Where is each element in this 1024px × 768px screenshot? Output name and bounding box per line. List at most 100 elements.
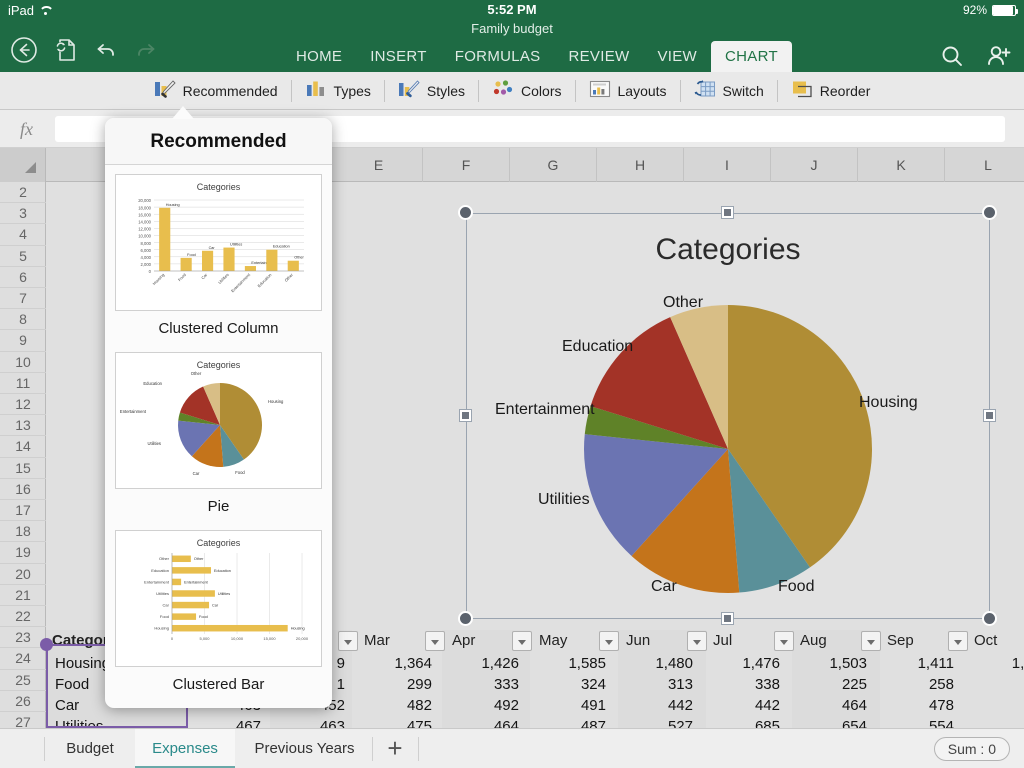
column-header-h[interactable]: H (597, 148, 684, 182)
tab-chart[interactable]: CHART (711, 41, 792, 72)
row-header-14[interactable]: 14 (0, 436, 46, 457)
column-header-f[interactable]: F (423, 148, 510, 182)
filter-button[interactable] (687, 631, 707, 651)
mini-bar (181, 258, 192, 271)
resize-handle-top-right[interactable] (982, 205, 997, 220)
select-all-corner[interactable] (0, 148, 46, 182)
tab-insert[interactable]: INSERT (356, 41, 441, 72)
column-header-k[interactable]: K (858, 148, 945, 182)
cell-value: 258 (881, 674, 963, 695)
row-header-3[interactable]: 3 (0, 203, 46, 224)
ribbon-reorder[interactable]: Reorder (778, 72, 884, 110)
svg-text:0: 0 (149, 269, 152, 274)
resize-handle-bottom[interactable] (722, 613, 733, 624)
ribbon-styles[interactable]: Styles (385, 72, 478, 110)
clock: 5:52 PM (0, 2, 1024, 17)
file-sync-icon[interactable] (54, 37, 78, 63)
sheet-tab-expenses[interactable]: Expenses (135, 729, 235, 768)
recommended-chart-icon (154, 79, 176, 102)
row-header-16[interactable]: 16 (0, 479, 46, 500)
svg-text:Car: Car (212, 603, 219, 607)
sheet-tab-budget[interactable]: Budget (45, 729, 135, 768)
th-mar: Mar (358, 630, 414, 651)
row-header-20[interactable]: 20 (0, 564, 46, 585)
resize-handle-left[interactable] (460, 410, 471, 421)
svg-text:18,000: 18,000 (138, 205, 151, 210)
tab-review[interactable]: REVIEW (555, 41, 644, 72)
resize-handle-top[interactable] (722, 207, 733, 218)
resize-handle-right[interactable] (984, 410, 995, 421)
column-header-l[interactable]: L (945, 148, 1024, 182)
row-header-18[interactable]: 18 (0, 521, 46, 542)
cell-value: 225 (794, 674, 876, 695)
chart-object[interactable]: Categories Other Education Entertainment… (466, 213, 990, 619)
chart-types-icon (305, 79, 327, 102)
svg-text:Other: Other (191, 371, 202, 376)
filter-button[interactable] (512, 631, 532, 651)
ribbon-colors[interactable]: Colors (479, 72, 574, 110)
row-header-8[interactable]: 8 (0, 309, 46, 330)
ribbon-layouts[interactable]: Layouts (576, 72, 680, 110)
resize-handle-top-left[interactable] (458, 205, 473, 220)
row-header-5[interactable]: 5 (0, 246, 46, 267)
tab-home[interactable]: HOME (282, 41, 356, 72)
column-header-j[interactable]: J (771, 148, 858, 182)
recommended-option-pie[interactable]: Categories HousingFoodCarUtilitiesEntert… (105, 343, 332, 521)
pie-label-housing: Housing (859, 394, 918, 412)
svg-text:Education: Education (143, 381, 162, 386)
row-header-15[interactable]: 15 (0, 458, 46, 479)
filter-button[interactable] (338, 631, 358, 651)
row-header-21[interactable]: 21 (0, 585, 46, 606)
row-header-22[interactable]: 22 (0, 606, 46, 627)
filter-button[interactable] (599, 631, 619, 651)
row-header-10[interactable]: 10 (0, 352, 46, 373)
ribbon-label-reorder: Reorder (820, 83, 871, 99)
mini-bar (202, 251, 213, 271)
column-header-g[interactable]: G (510, 148, 597, 182)
selection-handle[interactable] (40, 638, 53, 651)
tab-view[interactable]: VIEW (643, 41, 711, 72)
status-right: 92% (963, 3, 1016, 17)
ribbon-switch[interactable]: Switch (681, 72, 777, 110)
column-header-i[interactable]: I (684, 148, 771, 182)
ribbon-recommended[interactable]: Recommended (141, 72, 291, 110)
ribbon-types[interactable]: Types (292, 72, 384, 110)
row-header-11[interactable]: 11 (0, 373, 46, 394)
search-icon[interactable] (940, 44, 964, 73)
row-header-13[interactable]: 13 (0, 415, 46, 436)
mini-bar (172, 613, 196, 619)
fx-icon: fx (20, 119, 33, 140)
popover-arrow (172, 106, 194, 119)
back-icon[interactable] (10, 36, 38, 64)
filter-button[interactable] (425, 631, 445, 651)
th-apr: Apr (446, 630, 502, 651)
resize-handle-bottom-left[interactable] (458, 611, 473, 626)
add-person-icon[interactable] (986, 44, 1012, 73)
ios-status-bar: iPad 5:52 PM 92% (0, 0, 1024, 22)
add-sheet-button[interactable]: + (375, 729, 415, 768)
recommended-option-clustered-column[interactable]: Categories 02,0004,0006,0008,00010,00012… (105, 165, 332, 343)
pie-label-education: Education (562, 338, 633, 356)
row-header-9[interactable]: 9 (0, 330, 46, 351)
sheet-tab-previous-years[interactable]: Previous Years (237, 729, 372, 768)
recommended-caption-pie: Pie (115, 489, 322, 521)
row-header-6[interactable]: 6 (0, 267, 46, 288)
filter-button[interactable] (774, 631, 794, 651)
recommended-option-clustered-bar[interactable]: Categories 05,00010,00015,00020,000Other… (105, 521, 332, 699)
tab-formulas[interactable]: FORMULAS (441, 41, 555, 72)
ribbon-label-colors: Colors (521, 83, 561, 99)
filter-button[interactable] (861, 631, 881, 651)
undo-icon[interactable] (94, 38, 118, 62)
row-header-17[interactable]: 17 (0, 500, 46, 521)
mini-bar (159, 208, 170, 271)
row-header-2[interactable]: 2 (0, 182, 46, 203)
mini-bar (172, 556, 191, 562)
column-header-e[interactable]: E (335, 148, 423, 182)
row-header-12[interactable]: 12 (0, 394, 46, 415)
svg-text:Entertainment: Entertainment (120, 409, 147, 414)
row-header-7[interactable]: 7 (0, 288, 46, 309)
resize-handle-bottom-right[interactable] (982, 611, 997, 626)
row-header-4[interactable]: 4 (0, 224, 46, 245)
filter-button[interactable] (948, 631, 968, 651)
row-header-19[interactable]: 19 (0, 542, 46, 563)
